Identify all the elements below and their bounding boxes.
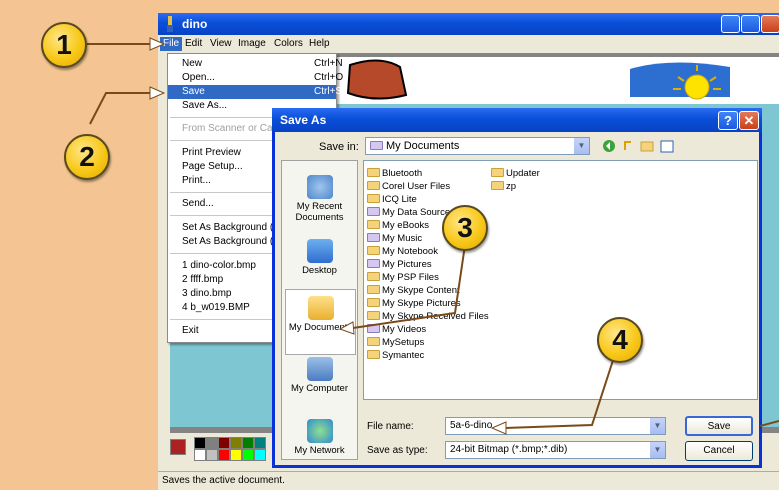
callout-arrows <box>87 37 779 435</box>
callout-badge-3: 3 <box>442 205 488 251</box>
callout-badge-4: 4 <box>597 317 643 363</box>
callout-badge-1: 1 <box>41 22 87 68</box>
callout-badge-2: 2 <box>64 134 110 180</box>
